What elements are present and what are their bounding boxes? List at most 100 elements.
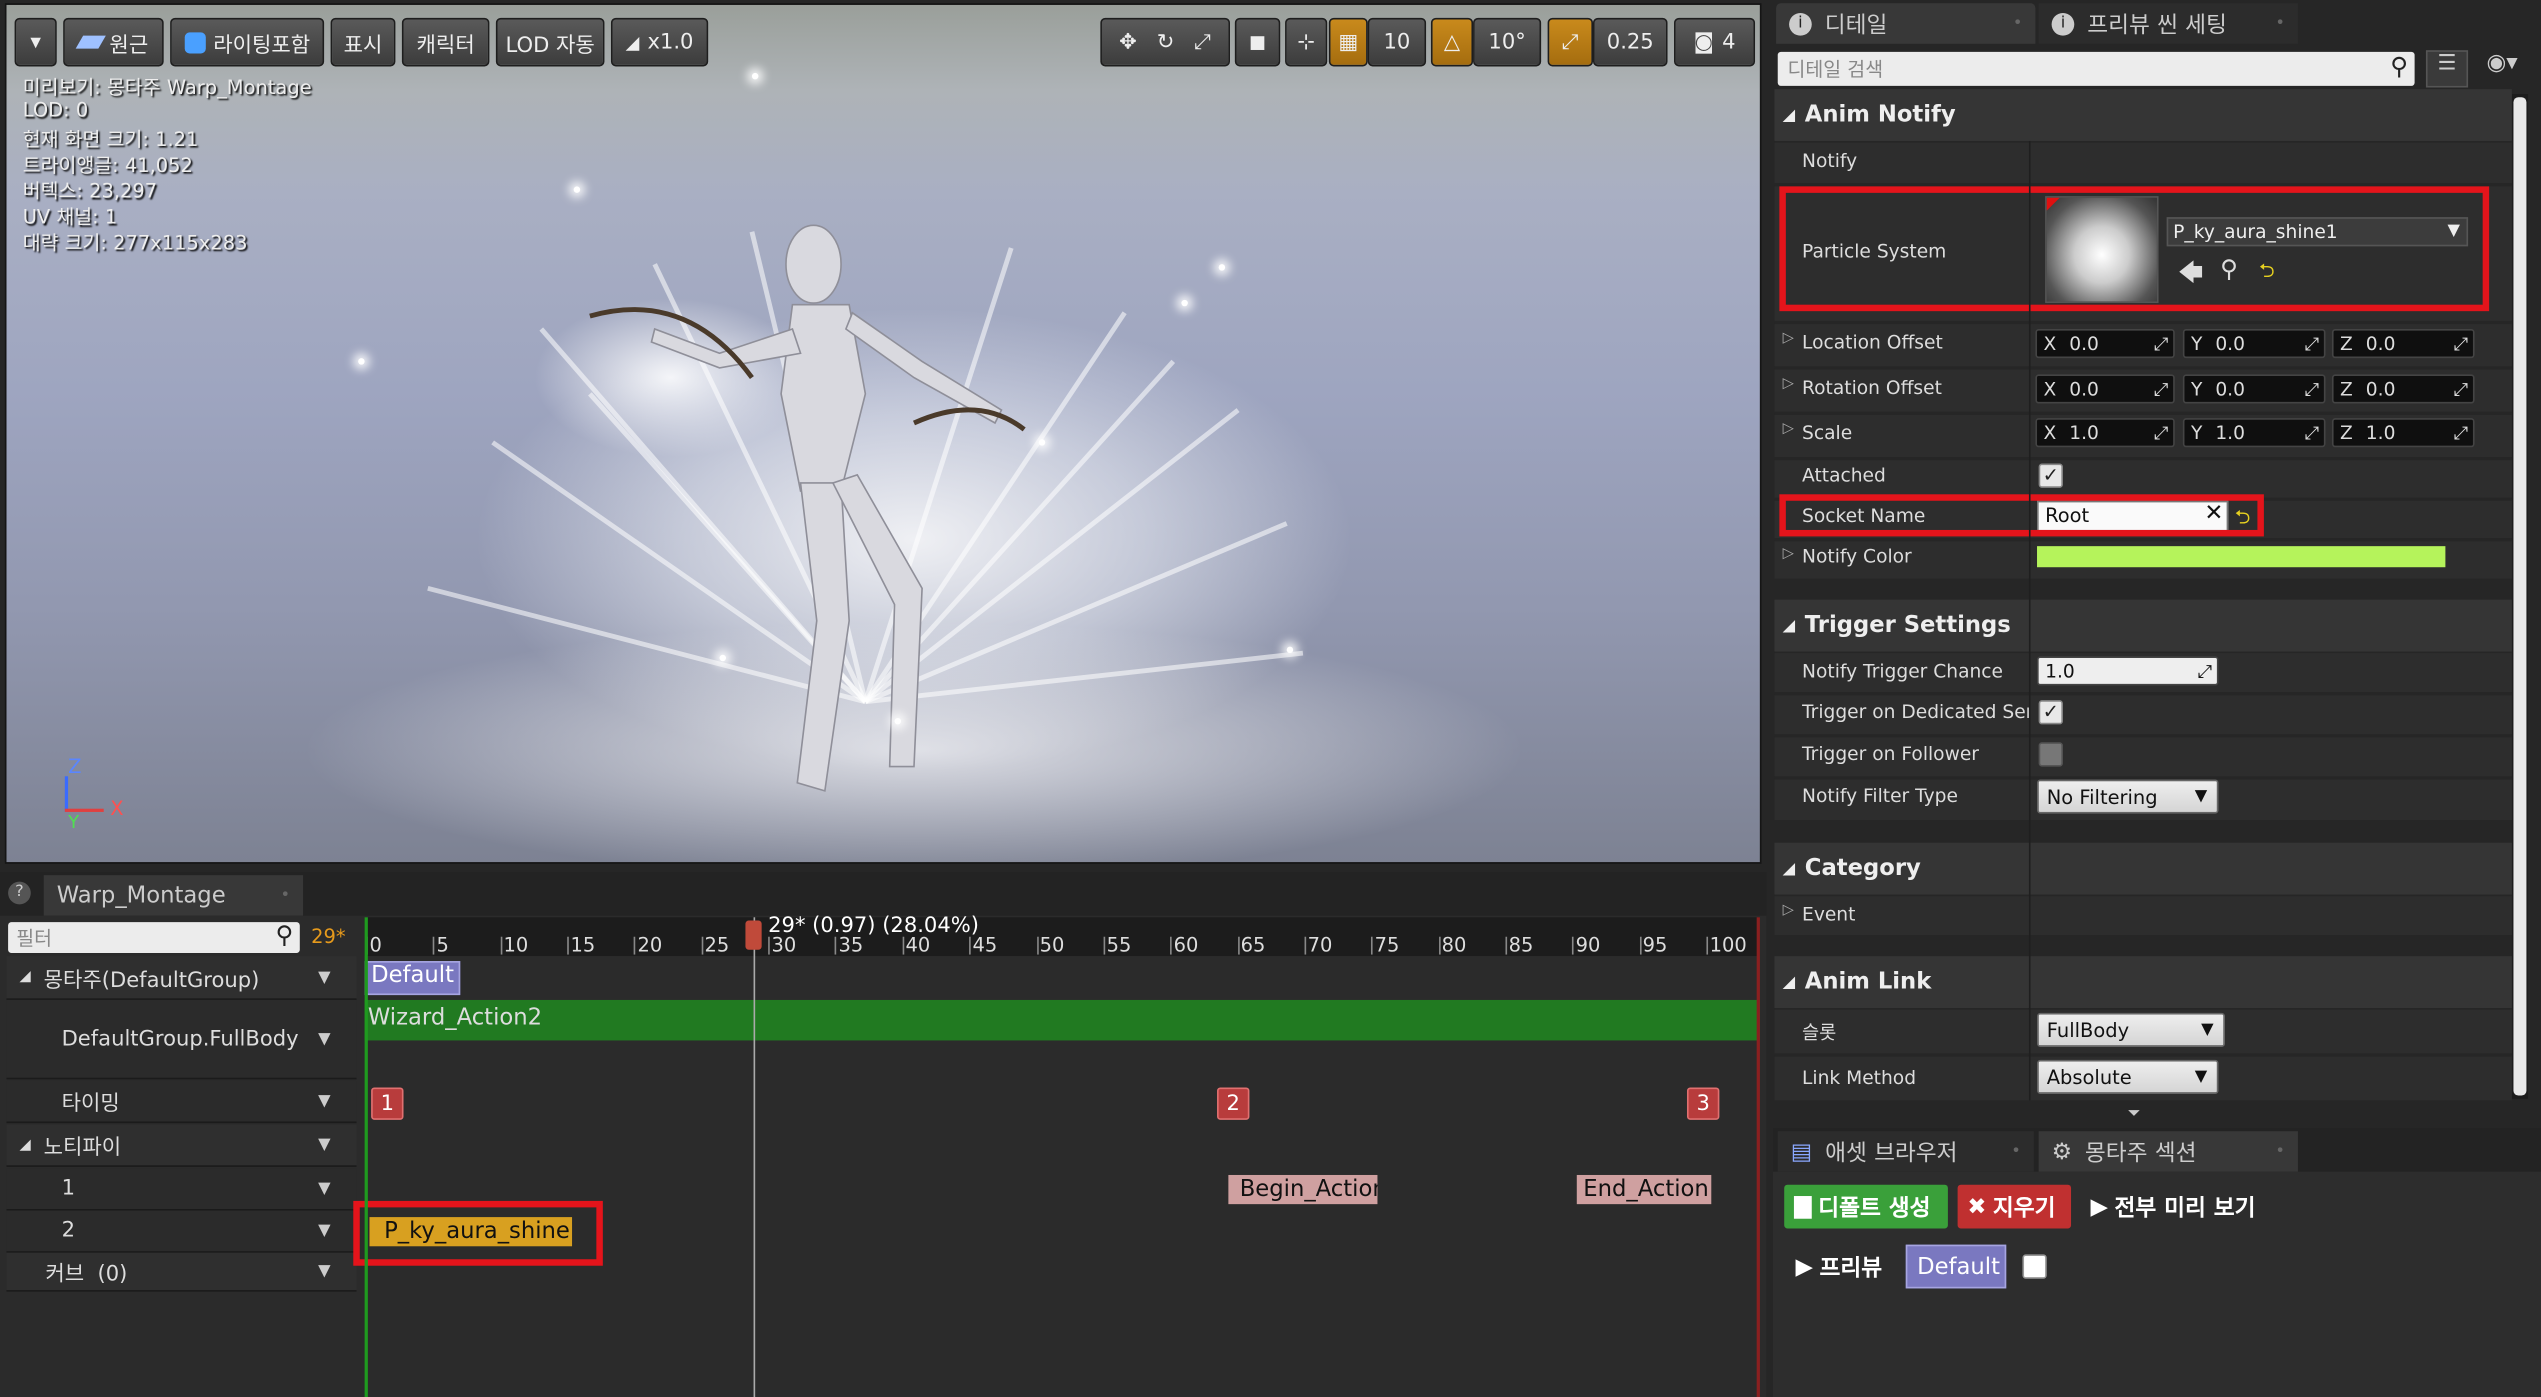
column-splitter[interactable]: [2028, 140, 2031, 1101]
expand-arrow-icon[interactable]: ▷: [1783, 903, 1794, 919]
track-curves[interactable]: 커브 (0) ▼: [6, 1252, 357, 1292]
notify-begin-action[interactable]: Begin_Action: [1228, 1174, 1378, 1205]
expand-arrow-icon[interactable]: ▷: [1783, 331, 1794, 347]
location-x-field[interactable]: X 0.0 ⤢: [2035, 328, 2175, 359]
grid-snap-toggle[interactable]: ▦: [1328, 17, 1368, 67]
chevron-down-icon[interactable]: ▼: [318, 1030, 330, 1048]
chevron-down-icon[interactable]: ▼: [318, 1180, 330, 1198]
rotation-z-field[interactable]: Z 0.0 ⤢: [2331, 374, 2475, 404]
track-notifies[interactable]: ◢ 노티파이 ▼: [6, 1124, 357, 1167]
clear-button[interactable]: ✖ 지우기: [1957, 1184, 2072, 1229]
translate-icon[interactable]: ✥: [1119, 30, 1137, 54]
help-icon[interactable]: ?: [8, 881, 31, 905]
expand-arrow-icon[interactable]: ▷: [1783, 376, 1794, 392]
section-loop-checkbox[interactable]: [2022, 1254, 2047, 1279]
show-button[interactable]: 표시: [330, 17, 396, 67]
track-notify-1[interactable]: 1 ▼: [6, 1168, 357, 1211]
tab-details[interactable]: i 디테일 •: [1776, 3, 2036, 44]
character-button[interactable]: 캐릭터: [401, 17, 490, 67]
rotation-y-field[interactable]: Y 0.0 ⤢: [2182, 374, 2326, 404]
create-default-button[interactable]: 디폴트 생성: [1784, 1184, 1948, 1229]
scale-x-field[interactable]: X 1.0 ⤢: [2035, 418, 2175, 448]
preview-all-button[interactable]: ▶ 전부 미리 보기: [2081, 1185, 2275, 1229]
link-method-dropdown[interactable]: Absolute ▼: [2037, 1059, 2219, 1094]
view-options-button[interactable]: ◉▾: [2473, 50, 2531, 87]
close-icon[interactable]: •: [2275, 1143, 2285, 1161]
scale-snap-value[interactable]: 0.25: [1592, 17, 1668, 67]
category-anim-notify[interactable]: ◢ Anim Notify: [1774, 89, 2512, 141]
notify-end-action[interactable]: End_Action: [1576, 1174, 1712, 1205]
tab-warp-montage[interactable]: Warp_Montage •: [43, 875, 304, 916]
scale-snap-toggle[interactable]: ⤢: [1547, 17, 1593, 67]
track-timing[interactable]: 타이밍 ▼: [6, 1080, 357, 1124]
scale-icon[interactable]: ⤢: [1194, 30, 1211, 54]
transform-tools[interactable]: ✥ ↻ ⤢: [1100, 17, 1230, 67]
scale-y-field[interactable]: Y 1.0 ⤢: [2182, 418, 2326, 448]
filter-type-dropdown[interactable]: No Filtering ▼: [2037, 779, 2219, 814]
chevron-down-icon[interactable]: ▼: [318, 1136, 330, 1154]
scale-z-field[interactable]: Z 1.0 ⤢: [2331, 418, 2475, 448]
details-scrollbar-thumb[interactable]: [2513, 97, 2527, 1096]
scrub-line[interactable]: [753, 917, 756, 1397]
section-default-block[interactable]: Default: [364, 961, 461, 996]
chevron-down-icon[interactable]: ▼: [318, 1222, 330, 1240]
location-z-field[interactable]: Z 0.0 ⤢: [2331, 328, 2475, 359]
rotate-icon[interactable]: ↻: [1157, 30, 1175, 54]
details-scrollbar-track[interactable]: [2511, 93, 2529, 1099]
category-trigger-settings[interactable]: ◢ Trigger Settings: [1774, 599, 2512, 652]
track-notify-2[interactable]: 2 ▼: [6, 1210, 357, 1253]
playback-speed-button[interactable]: ◢ x1.0: [610, 17, 709, 67]
close-icon[interactable]: •: [2275, 15, 2285, 33]
search-icon[interactable]: ⚲: [275, 921, 293, 950]
search-icon[interactable]: ⚲: [2390, 52, 2408, 81]
scrub-handle[interactable]: [745, 920, 762, 950]
slot-dropdown[interactable]: FullBody ▼: [2037, 1012, 2226, 1047]
property-matrix-button[interactable]: ☰: [2425, 50, 2469, 88]
trigger-chance-field[interactable]: 1.0 ⤢: [2037, 656, 2219, 686]
track-filter-input[interactable]: 필터 ⚲: [8, 921, 300, 953]
close-icon[interactable]: •: [2013, 15, 2023, 33]
viewport[interactable]: ▾ 원근 라이팅포함 표시 캐릭터 LOD 자동 ◢ x1.0 ✥ ↻ ⤢ ◼ ⊹ ▦…: [4, 3, 1762, 864]
details-search-input[interactable]: 디테일 검색 ⚲: [1777, 51, 2415, 86]
lod-button[interactable]: LOD 자동: [495, 17, 605, 67]
rotation-snap-value[interactable]: 10°: [1473, 17, 1542, 67]
label-location-offset: Location Offset: [1802, 330, 1943, 354]
world-local-toggle[interactable]: ◼: [1234, 17, 1281, 67]
section-default-button[interactable]: Default: [1905, 1244, 2007, 1289]
rotation-snap-toggle[interactable]: △: [1430, 17, 1474, 67]
trigger-follower-checkbox[interactable]: [2038, 742, 2063, 767]
category-category[interactable]: ◢ Category: [1774, 842, 2512, 895]
tab-montage-sections[interactable]: ⚙ 몽타주 섹션 •: [2038, 1131, 2298, 1172]
lighting-mode-button[interactable]: 라이팅포함: [170, 17, 325, 67]
location-y-field[interactable]: Y 0.0 ⤢: [2182, 328, 2326, 359]
close-icon[interactable]: •: [281, 886, 291, 904]
category-anim-link[interactable]: ◢ Anim Link: [1774, 956, 2512, 1009]
tab-preview-scene[interactable]: i 프리뷰 씬 세팅 •: [2038, 3, 2298, 44]
expand-arrow-icon[interactable]: ▷: [1783, 421, 1794, 437]
dedicated-server-checkbox[interactable]: ✓: [2038, 700, 2063, 725]
grid-snap-value[interactable]: 10: [1367, 17, 1427, 67]
rotation-x-field[interactable]: X 0.0 ⤢: [2035, 374, 2175, 404]
track-slot[interactable]: DefaultGroup.FullBody ▼: [6, 999, 357, 1080]
expand-arrow-icon[interactable]: ▷: [1783, 546, 1794, 562]
label-trigger-chance: Notify Trigger Chance: [1802, 659, 2004, 683]
camera-speed-button[interactable]: ◙ 4: [1674, 17, 1756, 67]
slot-segment-bar[interactable]: [364, 999, 1760, 1041]
attached-checkbox[interactable]: ✓: [2038, 463, 2063, 488]
perspective-button[interactable]: 원근: [63, 17, 164, 67]
chevron-down-icon[interactable]: ▼: [318, 1262, 330, 1280]
timing-marker-1[interactable]: 1: [371, 1087, 404, 1120]
panel-resize-icon[interactable]: ⏷: [2128, 1105, 2141, 1123]
info-icon: i: [2051, 12, 2075, 35]
track-montage-group[interactable]: ◢ 몽타주(DefaultGroup) ▼: [6, 956, 357, 1000]
chevron-down-icon[interactable]: ▼: [318, 968, 330, 986]
surface-snap-button[interactable]: ⊹: [1285, 17, 1328, 67]
close-icon[interactable]: •: [2011, 1143, 2021, 1161]
chevron-down-icon[interactable]: ▼: [318, 1092, 330, 1110]
timing-marker-3[interactable]: 3: [1686, 1087, 1720, 1120]
notify-color-swatch[interactable]: [2037, 546, 2446, 568]
tab-asset-browser[interactable]: ▤ 애셋 브라우저 •: [1777, 1131, 2034, 1172]
viewport-menu-button[interactable]: ▾: [14, 17, 57, 67]
preview-button[interactable]: ▶ 프리뷰: [1786, 1245, 1893, 1289]
timing-marker-2[interactable]: 2: [1217, 1087, 1250, 1120]
